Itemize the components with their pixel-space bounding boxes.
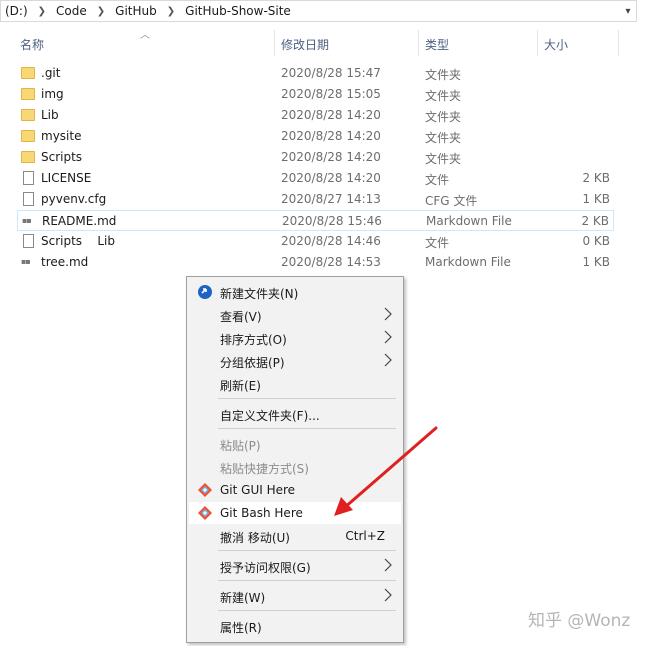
annotation-arrow <box>334 426 438 516</box>
watermark: 知乎 @Wonz <box>528 611 631 631</box>
